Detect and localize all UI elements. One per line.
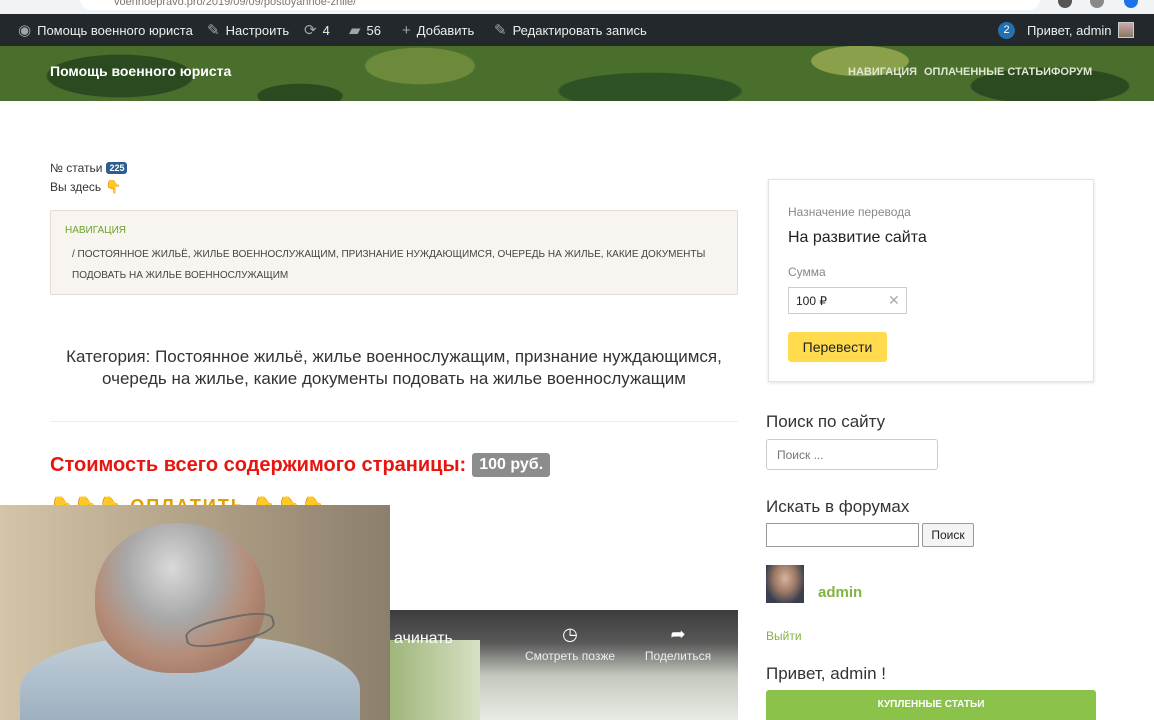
cost-badge: 100 руб. <box>472 453 551 477</box>
share-button[interactable]: ➦ Поделиться <box>630 624 726 663</box>
breadcrumb-nav-link[interactable]: НАВИГАЦИЯ <box>65 225 126 236</box>
nav-item-paid-articles[interactable]: ОПЛАЧЕННЫЕ СТАТЬИ <box>924 66 1051 78</box>
address-bar[interactable]: voennoepravo.pro/2019/09/09/postoyannoe-… <box>80 0 1040 10</box>
hello-text: Привет, admin ! <box>766 664 886 683</box>
watch-later-button[interactable]: ◷ Смотреть позже <box>522 624 618 663</box>
webcam-person-head <box>95 523 265 673</box>
cost-label: Стоимость всего содержимого страницы: <box>50 453 467 476</box>
greeting-label: Привет, admin <box>1027 22 1112 38</box>
site-header: Помощь военного юриста НАВИГАЦИЯ ОПЛАЧЕН… <box>0 46 1154 101</box>
forum-search-input[interactable] <box>766 523 919 547</box>
share-icon: ➦ <box>670 624 686 644</box>
clock-icon: ◷ <box>562 624 578 644</box>
extension-icon[interactable] <box>1058 0 1072 8</box>
forum-search-title: Искать в форумах <box>766 497 910 516</box>
video-title-fragment: ачинать <box>394 630 453 647</box>
admin-bar-site-name: Помощь военного юриста <box>37 22 193 38</box>
user-name-link[interactable]: admin <box>818 584 862 601</box>
site-search-input[interactable] <box>766 439 938 470</box>
admin-bar-add-new[interactable]: + Добавить <box>402 14 474 46</box>
updates-count: 4 <box>322 22 330 38</box>
purpose-label: Назначение перевода <box>788 205 911 219</box>
admin-bar-customize[interactable]: ✎ Настроить <box>207 14 289 46</box>
admin-bar-account[interactable]: 2 Привет, admin <box>998 14 1134 46</box>
site-search-title: Поиск по сайту <box>766 412 886 431</box>
article-number-badge: 225 <box>106 162 128 174</box>
add-new-label: Добавить <box>416 22 475 38</box>
nav-item-forum[interactable]: ФОРУМ <box>1051 66 1092 78</box>
comments-count: 56 <box>366 22 382 38</box>
plus-icon: + <box>402 21 411 39</box>
avatar <box>766 565 804 603</box>
category-heading: Категория: Постоянное жильё, жилье военн… <box>66 347 722 388</box>
site-title[interactable]: Помощь военного юриста <box>50 63 231 79</box>
article-number-label: № статьи <box>50 161 103 175</box>
customize-label: Настроить <box>225 22 290 38</box>
divider <box>50 421 738 422</box>
breadcrumb: НАВИГАЦИЯ / ПОСТОЯННОЕ ЖИЛЬЁ, ЖИЛЬЕ ВОЕН… <box>50 210 738 295</box>
extension-icon[interactable] <box>1090 0 1104 8</box>
transfer-button[interactable]: Перевести <box>788 332 887 362</box>
page-cost: Стоимость всего содержимого страницы: 10… <box>50 453 551 477</box>
donate-widget: Назначение перевода На развитие сайта Су… <box>768 179 1094 382</box>
article-number: № статьи 225 <box>50 161 128 175</box>
breadcrumb-current: / ПОСТОЯННОЕ ЖИЛЬЁ, ЖИЛЬЕ ВОЕННОСЛУЖАЩИМ… <box>72 249 706 281</box>
admin-bar-edit-post[interactable]: ✎ Редактировать запись <box>494 14 647 46</box>
you-are-here-label: Вы здесь <box>50 180 102 194</box>
forum-search-button[interactable]: Поиск <box>922 523 974 547</box>
dashboard-icon: ◉ <box>18 22 32 39</box>
share-label: Поделиться <box>644 649 712 663</box>
you-are-here: Вы здесь 👇 <box>50 179 121 195</box>
amount-label: Сумма <box>788 265 826 279</box>
profile-icon[interactable] <box>1124 0 1138 8</box>
purpose-value: На развитие сайта <box>788 229 927 246</box>
clear-icon[interactable]: ✕ <box>888 292 900 309</box>
bought-articles-button[interactable]: КУПЛЕННЫЕ СТАТЬИ <box>766 690 1096 720</box>
admin-bar-site[interactable]: ◉ Помощь военного юриста <box>18 14 193 46</box>
edit-post-label: Редактировать запись <box>512 22 647 38</box>
logout-link[interactable]: Выйти <box>766 629 802 643</box>
admin-bar: ◉ Помощь военного юриста ✎ Настроить ⟳ 4… <box>0 14 1154 46</box>
notifications-badge[interactable]: 2 <box>998 21 1015 39</box>
video-frame-area <box>390 640 480 720</box>
comment-icon: ▰ <box>349 22 361 39</box>
brush-icon: ✎ <box>207 22 220 39</box>
webcam-overlay <box>0 505 390 720</box>
browser-toolbar: voennoepravo.pro/2019/09/09/postoyannoe-… <box>0 0 1154 14</box>
admin-bar-updates[interactable]: ⟳ 4 <box>304 14 330 46</box>
updates-icon: ⟳ <box>304 22 317 39</box>
pointing-down-icon: 👇 <box>105 179 122 194</box>
video-player[interactable]: ачинать ◷ Смотреть позже ➦ Поделиться <box>390 610 738 720</box>
pencil-icon: ✎ <box>494 22 507 39</box>
watch-later-label: Смотреть позже <box>524 649 616 663</box>
nav-item-navigation[interactable]: НАВИГАЦИЯ <box>848 66 917 78</box>
avatar <box>1117 22 1134 38</box>
admin-bar-comments[interactable]: ▰ 56 <box>349 14 381 46</box>
